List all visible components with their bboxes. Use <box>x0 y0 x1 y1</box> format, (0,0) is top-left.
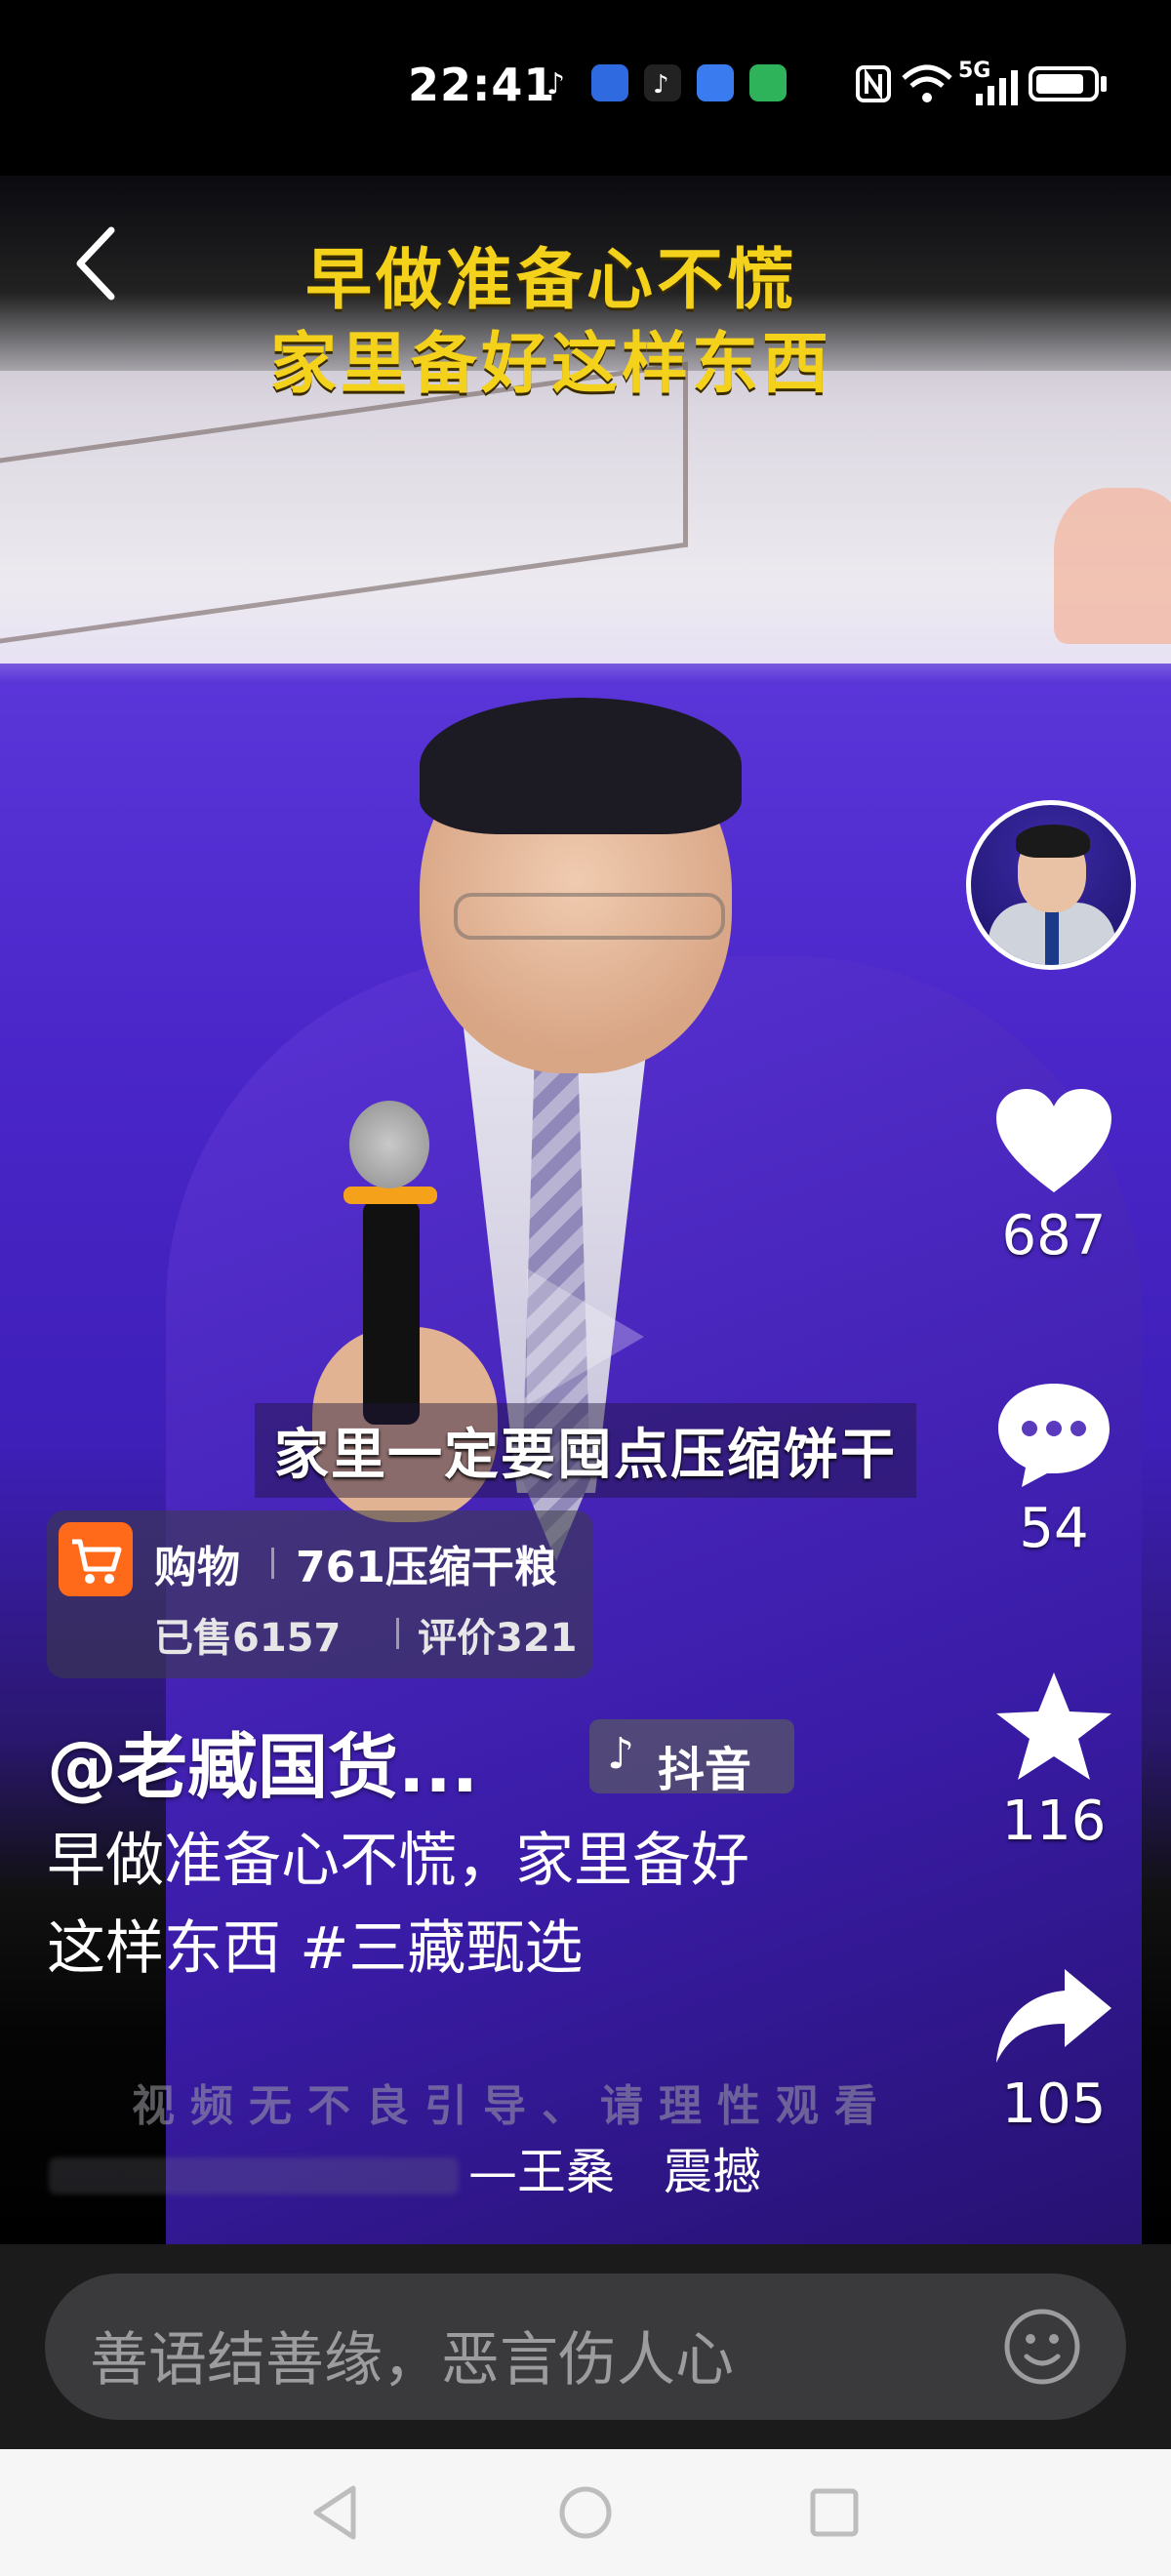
author-avatar[interactable] <box>966 800 1136 970</box>
heart-icon <box>996 1089 1111 1192</box>
shop-label: 购物 <box>154 1543 240 1592</box>
separator <box>271 1548 274 1579</box>
emoji-icon[interactable] <box>1001 2306 1083 2388</box>
shopping-card[interactable]: 购物 761压缩干粮 已售6157 评价321 <box>47 1510 593 1678</box>
douyin-icon: ♪ <box>607 1729 635 1779</box>
shop-item-name: 761压缩干粮 <box>296 1543 557 1592</box>
music-marquee <box>49 2156 459 2194</box>
status-bar: 22:41 ♪ ♪ 5G <box>0 0 1171 176</box>
video-title-line2: 家里备好这样东西 <box>269 326 832 403</box>
separator <box>396 1618 399 1649</box>
microphone <box>363 1200 420 1425</box>
video-title-line1: 早做准备心不慌 <box>304 242 797 319</box>
cart-icon <box>59 1522 133 1596</box>
comment-input[interactable]: 善语结善缘，恶言伤人心 <box>45 2274 1126 2420</box>
douyin-badge[interactable]: ♪ 抖音 <box>589 1719 794 1797</box>
douyin-icon: ♪ <box>644 64 681 101</box>
nav-back-icon[interactable] <box>303 2478 371 2547</box>
back-button[interactable] <box>68 224 127 302</box>
wifi-icon <box>900 60 954 111</box>
video-description[interactable]: 早做准备心不慌，家里备好这样东西 #三藏甄选 <box>47 1817 788 1992</box>
presenter-hair <box>420 698 742 834</box>
app-green-icon <box>749 64 787 101</box>
microphone-ring <box>343 1187 437 1204</box>
video-subtitle-text: 家里一定要囤点压缩饼干 <box>255 1403 916 1498</box>
favorite-button[interactable]: 116 <box>976 1669 1132 1853</box>
battery-tip <box>1101 76 1107 92</box>
svg-text:♪: ♪ <box>546 67 565 101</box>
shop-review-count: 评价321 <box>418 1616 578 1661</box>
video-disclaimer: 视频无不良引导、请理性观看 <box>132 2081 893 2131</box>
play-icon[interactable] <box>527 1268 644 1405</box>
comment-button[interactable]: 54 <box>976 1376 1132 1560</box>
share-icon <box>996 1969 1111 2063</box>
comment-count: 54 <box>1019 1497 1089 1560</box>
signal-icon <box>976 68 1019 109</box>
douyin-label: 抖音 <box>658 1743 752 1797</box>
video-title: 早做准备心不慌 家里备好这样东西 <box>146 239 956 407</box>
nfc-icon <box>855 64 892 107</box>
status-time: 22:41 <box>408 59 556 111</box>
star-icon <box>996 1672 1111 1780</box>
author-name[interactable]: @老臧国货... <box>47 1710 478 1812</box>
app-blue-icon <box>591 64 628 101</box>
music-info[interactable]: —王桑 震撼 <box>49 2133 790 2203</box>
comment-icon <box>998 1384 1110 1487</box>
presenter-glasses <box>454 893 725 940</box>
comment-placeholder: 善语结善缘，恶言伤人心 <box>90 2326 734 2395</box>
background-drawing <box>1054 488 1171 644</box>
like-button[interactable]: 687 <box>976 1083 1132 1268</box>
share-count: 105 <box>1001 2073 1107 2136</box>
like-count: 687 <box>1001 1204 1107 1268</box>
avatar-tie <box>1045 906 1059 965</box>
svg-text:♪: ♪ <box>653 70 669 100</box>
avatar-hair <box>1016 825 1090 858</box>
battery-icon <box>1029 66 1099 101</box>
favorite-count: 116 <box>1001 1790 1107 1853</box>
microphone-head <box>349 1101 429 1188</box>
share-button[interactable]: 105 <box>976 1961 1132 2136</box>
nav-home-icon[interactable] <box>551 2478 620 2547</box>
shop-sold-count: 已售6157 <box>154 1616 342 1661</box>
system-nav-bar <box>0 2449 1171 2576</box>
nav-recents-icon[interactable] <box>800 2478 868 2547</box>
music-title: —王桑 震撼 <box>468 2144 761 2200</box>
app-blue-icon <box>697 64 734 101</box>
douyin-icon: ♪ <box>539 64 576 101</box>
